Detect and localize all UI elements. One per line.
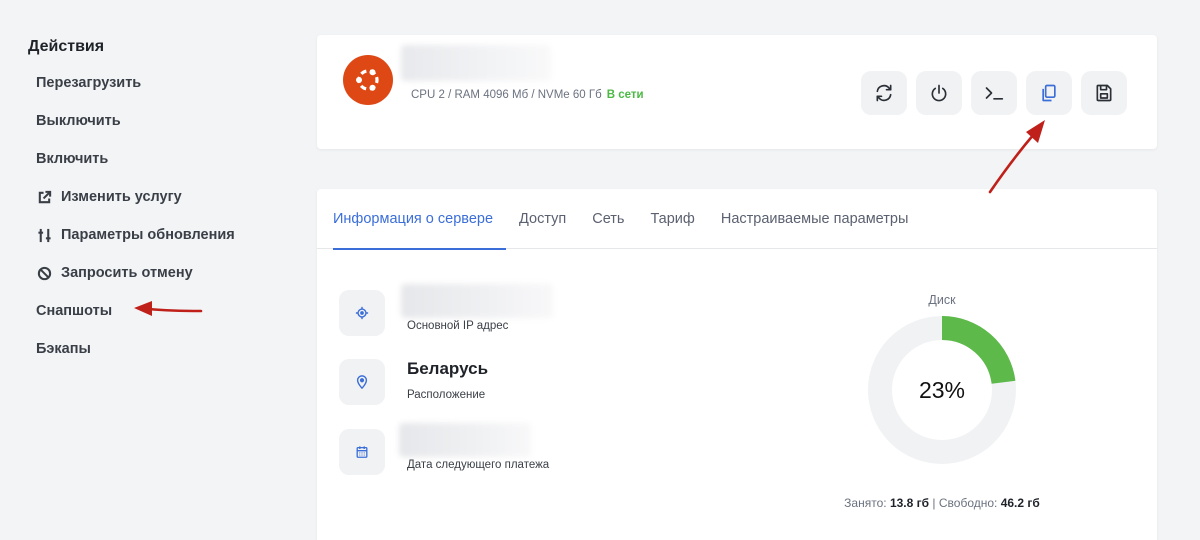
- server-tabs: Информация о сервере Доступ Сеть Тариф Н…: [317, 189, 1157, 250]
- calendar-icon: [339, 429, 385, 475]
- ip-address-redacted: [401, 284, 553, 318]
- sidebar-item-label: Снапшоты: [36, 303, 113, 319]
- sidebar-item-label: Изменить услугу: [61, 189, 182, 205]
- sidebar-item-shutdown[interactable]: Выключить: [36, 102, 268, 140]
- sidebar-item-backups[interactable]: Бэкапы: [36, 330, 268, 368]
- sidebar-item-request-cancel[interactable]: Запросить отмену: [36, 254, 268, 292]
- server-name-redacted: [401, 45, 551, 81]
- payment-date-label: Дата следующего платежа: [407, 459, 550, 471]
- status-badge: В сети: [606, 89, 644, 101]
- disk-usage-footer: Занято: 13.8 гб | Свободно: 46.2 гб: [835, 496, 1049, 510]
- ip-address-row: Основной IP адрес: [339, 284, 739, 336]
- tab-tariff[interactable]: Тариф: [637, 189, 707, 249]
- payment-date-row: Дата следующего платежа: [339, 423, 739, 475]
- power-icon: [931, 84, 947, 102]
- server-info-card: Информация о сервере Доступ Сеть Тариф Н…: [317, 189, 1157, 540]
- disk-free-label: Свободно:: [938, 496, 998, 510]
- backup-button[interactable]: [1081, 71, 1127, 115]
- disk-title: Диск: [928, 293, 956, 307]
- location-value: Беларусь: [407, 359, 489, 378]
- tab-custom-params[interactable]: Настраиваемые параметры: [708, 189, 922, 249]
- disk-used-label: Занято:: [844, 496, 887, 510]
- sliders-icon: [36, 227, 52, 243]
- refresh-icon: [876, 84, 892, 102]
- copy-icon: [1042, 84, 1056, 102]
- power-button[interactable]: [916, 71, 962, 115]
- sidebar-item-label: Бэкапы: [36, 341, 91, 357]
- location-label: Расположение: [407, 389, 486, 401]
- external-link-icon: [36, 189, 52, 205]
- sidebar-item-label: Параметры обновления: [61, 227, 235, 243]
- server-specs: CPU 2 / RAM 4096 Мб / NVMe 60 Гб В сети: [411, 89, 644, 101]
- actions-list: Перезагрузить Выключить Включить Изменит…: [28, 64, 268, 368]
- server-spec-text: CPU 2 / RAM 4096 Мб / NVMe 60 Гб: [411, 89, 602, 101]
- snapshots-button[interactable]: [1026, 71, 1072, 115]
- terminal-icon: [985, 87, 1004, 100]
- sidebar-item-snapshots[interactable]: Снапшоты: [36, 292, 268, 330]
- disk-free-value: 46.2 гб: [1000, 496, 1040, 510]
- sidebar-item-reboot[interactable]: Перезагрузить: [36, 64, 268, 102]
- server-header-card: CPU 2 / RAM 4096 Мб / NVMe 60 Гб В сети: [317, 35, 1157, 149]
- disk-separator: |: [932, 496, 936, 510]
- sidebar-item-label: Включить: [36, 151, 109, 167]
- actions-sidebar: Действия Перезагрузить Выключить Включит…: [28, 38, 268, 368]
- sidebar-item-update-params[interactable]: Параметры обновления: [36, 216, 268, 254]
- save-icon: [1096, 84, 1112, 102]
- location-row: Беларусь Расположение: [339, 359, 739, 405]
- sidebar-item-power-on[interactable]: Включить: [36, 140, 268, 178]
- disk-used-value: 13.8 гб: [889, 496, 930, 510]
- sidebar-item-label: Выключить: [36, 113, 121, 129]
- crosshair-icon: [339, 290, 385, 336]
- reboot-button[interactable]: [861, 71, 907, 115]
- tab-server-info[interactable]: Информация о сервере: [333, 189, 507, 250]
- sidebar-item-label: Перезагрузить: [36, 75, 142, 91]
- sidebar-item-change-service[interactable]: Изменить услугу: [36, 178, 268, 216]
- ban-icon: [36, 265, 52, 281]
- server-action-buttons: [861, 71, 1127, 115]
- tab-network[interactable]: Сеть: [579, 189, 637, 249]
- tab-access[interactable]: Доступ: [506, 189, 579, 249]
- disk-donut-chart: 23%: [868, 316, 1016, 464]
- disk-percent: 23%: [919, 377, 965, 403]
- ip-address-label: Основной IP адрес: [407, 320, 509, 332]
- ubuntu-logo: [343, 55, 393, 105]
- console-button[interactable]: [971, 71, 1017, 115]
- sidebar-title: Действия: [28, 38, 105, 55]
- map-pin-icon: [339, 359, 385, 405]
- payment-date-redacted: [399, 423, 531, 457]
- sidebar-item-label: Запросить отмену: [61, 265, 193, 281]
